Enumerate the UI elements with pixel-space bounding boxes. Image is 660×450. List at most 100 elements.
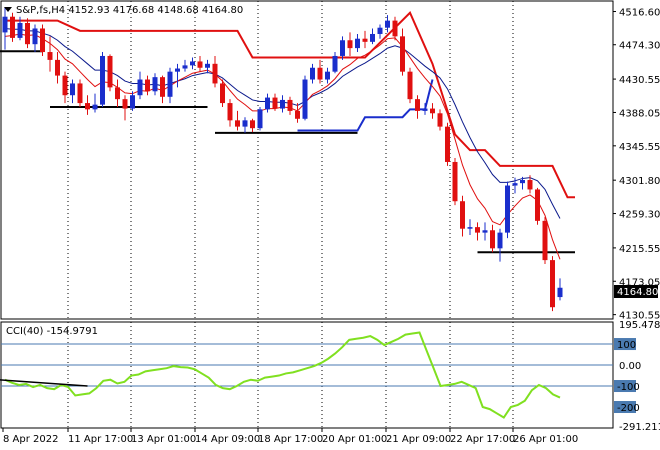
candle-body-bear	[145, 79, 150, 92]
candle-body-bear	[10, 16, 15, 38]
candle-body-bear	[107, 55, 113, 88]
candle-body-bull	[310, 67, 315, 80]
candle-body-bull	[505, 185, 510, 233]
time-tick-label: 26 Apr 01:00	[513, 434, 578, 445]
time-tick-label: 20 Apr 01:00	[322, 434, 387, 445]
candle-body-bear	[535, 189, 540, 221]
candle-body-bear	[295, 110, 300, 119]
chart-background	[0, 0, 660, 450]
candle-body-bull	[130, 95, 135, 109]
candle-body-bear	[347, 40, 353, 49]
candle-body-bear	[212, 63, 218, 84]
candle-body-bear	[160, 77, 165, 97]
candle-body-bull	[370, 33, 375, 42]
candle-body-bull	[422, 108, 428, 111]
cci-tick-label: -100	[617, 382, 640, 393]
cci-tick-label: 195.4788	[619, 320, 660, 331]
candle-body-bull	[467, 227, 473, 229]
candle-body-bear	[77, 83, 83, 104]
time-tick-label: 14 Apr 09:00	[195, 434, 260, 445]
candle-body-bull	[182, 65, 188, 69]
price-tick-label: 4388.05	[619, 108, 660, 119]
candle-body-bull	[137, 79, 143, 96]
price-tick-label: 4301.80	[619, 176, 660, 187]
time-tick-label: 8 Apr 2022	[3, 434, 58, 445]
candle-body-bear	[62, 75, 68, 96]
candle-body-bear	[362, 38, 368, 42]
candle-body-bear	[197, 61, 203, 68]
candle-body-bear	[317, 67, 323, 80]
current-price-label: 4164.80	[617, 287, 658, 298]
candle-body-bear	[122, 99, 128, 109]
price-tick-label: 4259.30	[619, 210, 660, 221]
candle-body-bear	[25, 22, 30, 45]
cci-tick-label: 0.00	[619, 361, 641, 372]
time-tick-label: 21 Apr 09:00	[386, 434, 451, 445]
candle-body-bull	[482, 230, 488, 233]
candle-body-bull	[100, 55, 105, 105]
candle-body-bear	[227, 103, 233, 121]
candle-body-bear	[460, 201, 465, 229]
candle-body-bear	[250, 120, 255, 129]
candle-body-bear	[272, 97, 278, 109]
price-tick-label: 4215.55	[619, 244, 660, 255]
candle-body-bull	[205, 63, 210, 68]
candle-body-bull	[280, 99, 285, 109]
cci-tick-label: 100	[617, 340, 636, 351]
price-tick-label: 4430.55	[619, 75, 660, 86]
candle-body-bull	[385, 20, 390, 28]
time-tick-label: 18 Apr 17:00	[258, 434, 323, 445]
candle-body-bear	[430, 108, 435, 114]
candle-body-bull	[302, 79, 308, 119]
candle-body-bull	[92, 104, 98, 110]
candle-body-bear	[527, 180, 533, 190]
candle-body-bear	[400, 36, 405, 72]
candle-body-bear	[115, 87, 120, 100]
candle-body-bear	[542, 220, 548, 261]
candle-body-bear	[40, 28, 45, 53]
candle-body-bear	[47, 52, 53, 60]
candle-body-bear	[415, 99, 420, 111]
price-tick-label: 4345.55	[619, 142, 660, 153]
candle-body-bull	[70, 83, 75, 96]
price-tick-label: 4474.30	[619, 41, 660, 52]
time-tick-label: 22 Apr 17:00	[450, 434, 515, 445]
candle-body-bull	[340, 40, 345, 56]
candle-body-bull	[520, 180, 525, 184]
candle-body-bull	[265, 97, 270, 110]
candle-body-bear	[287, 99, 293, 111]
candle-body-bull	[332, 55, 338, 72]
price-tick-label: 4516.60	[619, 8, 660, 19]
candle-body-bear	[220, 83, 225, 104]
candle-body-bull	[190, 61, 195, 66]
candle-body-bear	[475, 227, 480, 233]
cci-tick-label: -200	[617, 403, 640, 414]
candle-body-bull	[32, 28, 38, 45]
candle-body-bear	[55, 59, 60, 76]
cci-tick-label: -291.2113	[619, 422, 660, 433]
candle-body-bull	[167, 71, 173, 97]
candle-body-bear	[85, 103, 90, 110]
candle-body-bear	[407, 71, 413, 100]
candle-body-bull	[242, 120, 248, 127]
candle-body-bear	[445, 126, 450, 162]
candle-body-bull	[257, 109, 263, 129]
candle-body-bull	[325, 71, 330, 80]
candle-body-bull	[497, 232, 503, 249]
candle-body-bull	[175, 68, 180, 72]
chart-title: S&P,fs,H4 4152.93 4176.68 4148.68 4164.8…	[16, 5, 243, 16]
candle-body-bull	[2, 16, 8, 33]
candle-body-bear	[235, 120, 240, 127]
candle-body-bear	[437, 113, 443, 127]
time-tick-label: 11 Apr 17:00	[68, 434, 133, 445]
candle-body-bull	[377, 27, 383, 34]
chart-svg: S&P,fs,H4 4152.93 4176.68 4148.68 4164.8…	[0, 0, 660, 450]
candle-body-bull	[17, 22, 23, 38]
candle-body-bear	[490, 230, 495, 249]
candle-body-bull	[512, 183, 518, 186]
cci-title: CCI(40) -154.9791	[6, 326, 98, 337]
candle-body-bear	[550, 260, 555, 308]
candle-body-bear	[452, 161, 458, 202]
time-tick-label: 13 Apr 01:00	[131, 434, 196, 445]
candle-body-bull	[557, 287, 563, 298]
